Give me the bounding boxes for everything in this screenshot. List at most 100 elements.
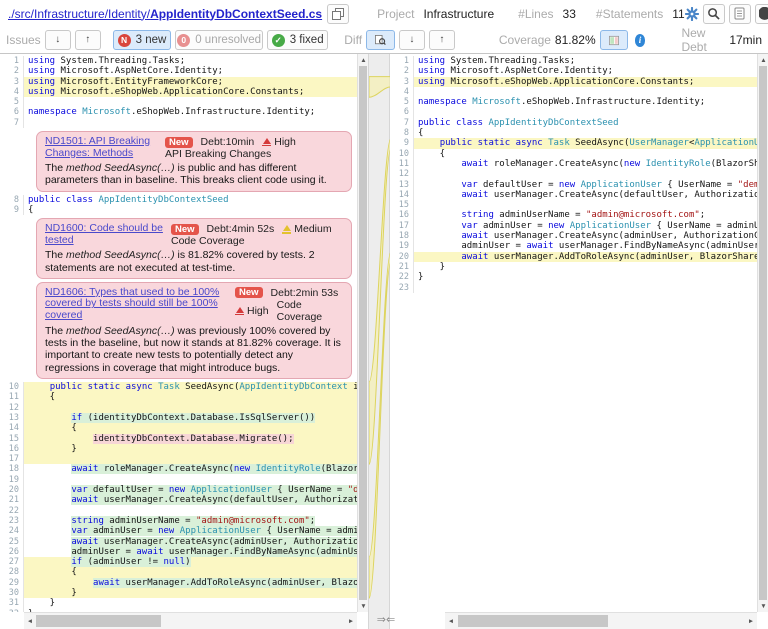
code-line[interactable]: 2using Microsoft.AspNetCore.Identity; <box>390 66 757 76</box>
code-line[interactable]: 17 var adminUser = new ApplicationUser {… <box>390 221 757 231</box>
copy-path-button[interactable] <box>327 4 349 24</box>
code-line[interactable]: 3using Microsoft.EntityFrameworkCore; <box>0 77 357 87</box>
code-line[interactable]: 12 <box>0 403 357 413</box>
code-line[interactable]: 12 <box>390 169 757 179</box>
filter-new-issues-button[interactable]: N 3 new <box>113 30 172 50</box>
code-line[interactable]: 14 await userManager.CreateAsync(default… <box>390 190 757 200</box>
code-line[interactable]: 6namespace Microsoft.eShopWeb.Infrastruc… <box>0 107 357 117</box>
code-line[interactable]: 13 if (identityDbContext.Database.IsSqlS… <box>0 413 357 423</box>
code-line[interactable]: 23 <box>390 283 757 293</box>
code-line[interactable]: 10 { <box>390 149 757 159</box>
code-line[interactable]: 4 <box>390 87 757 97</box>
issue-prev-button[interactable]: ↓ <box>45 30 71 50</box>
code-line[interactable]: 18 await roleManager.CreateAsync(new Ide… <box>0 464 357 474</box>
code-line[interactable]: 28 { <box>0 567 357 577</box>
code-line[interactable]: 10 public static async Task SeedAsync(Ap… <box>0 382 357 392</box>
code-line[interactable]: 20 var defaultUser = new ApplicationUser… <box>0 485 357 495</box>
filter-fixed-issues-button[interactable]: ✓ 3 fixed <box>267 30 328 50</box>
scrollbar-thumb[interactable] <box>36 615 161 627</box>
code-line[interactable]: 11 await roleManager.CreateAsync(new Ide… <box>390 159 757 169</box>
code-line[interactable]: 23 string adminUserName = "admin@microso… <box>0 516 357 526</box>
code-token: identityDbContext, <box>348 382 357 392</box>
code-line[interactable]: 9{ <box>0 205 357 215</box>
code-text: await userManager.CreateAsync(defaultUse… <box>414 190 757 200</box>
code-token: { UserName = adminUserName, <box>261 526 357 536</box>
filter-unresolved-issues-button[interactable]: 0 0 unresolved <box>175 30 263 50</box>
issue-rule-link[interactable]: ND1600: Code should be tested <box>45 223 163 246</box>
search-button[interactable] <box>703 4 725 24</box>
code-line[interactable]: 11 { <box>0 392 357 402</box>
code-token: { <box>28 567 77 577</box>
scrollbar-thumb[interactable] <box>458 615 608 627</box>
code-line[interactable]: 19 adminUser = await userManager.FindByN… <box>390 241 757 251</box>
code-line[interactable]: 24 var adminUser = new ApplicationUser {… <box>0 526 357 536</box>
code-text: using Microsoft.eShopWeb.ApplicationCore… <box>24 87 357 97</box>
scrollbar-thumb[interactable] <box>759 66 767 600</box>
theme-toggle-button[interactable] <box>755 4 768 24</box>
code-line[interactable]: 8{ <box>390 128 757 138</box>
code-line[interactable]: 2using Microsoft.AspNetCore.Identity; <box>0 66 357 76</box>
scroll-right-arrow[interactable]: ► <box>345 613 357 629</box>
left-horizontal-scrollbar[interactable]: ◄ ► <box>24 612 357 629</box>
code-line[interactable]: 31 } <box>0 598 357 608</box>
issue-description-segment: The <box>45 249 66 261</box>
code-line[interactable]: 21 } <box>390 262 757 272</box>
diff-next-button[interactable]: ↑ <box>429 30 455 50</box>
code-token: "admin@microsoft.com" <box>196 516 310 526</box>
code-line[interactable]: 9 public static async Task SeedAsync(Use… <box>390 138 757 148</box>
code-line[interactable]: 7public class AppIdentityDbContextSeed <box>390 118 757 128</box>
issue-category: Code Coverage <box>277 299 343 323</box>
merge-left-icon[interactable]: ⇐ <box>386 614 395 626</box>
coverage-info-icon[interactable]: i <box>635 34 646 47</box>
code-line[interactable]: 6 <box>390 107 757 117</box>
file-path-link[interactable]: ./src/Infrastructure/Identity/AppIdentit… <box>8 7 322 21</box>
code-line[interactable]: 19 <box>0 475 357 485</box>
code-line[interactable]: 16 string adminUserName = "admin@microso… <box>390 210 757 220</box>
right-vertical-scrollbar[interactable]: ▲ ▼ <box>757 54 768 612</box>
code-line[interactable]: 1using System.Threading.Tasks; <box>0 56 357 66</box>
scroll-left-arrow[interactable]: ◄ <box>24 613 36 629</box>
code-line[interactable]: 1using System.Threading.Tasks; <box>390 56 757 66</box>
merge-right-icon[interactable]: ⇒ <box>377 614 386 626</box>
code-line[interactable]: 5 <box>0 97 357 107</box>
coverage-toggle-button[interactable] <box>600 30 628 50</box>
code-line[interactable]: 15 identityDbContext.Database.Migrate(); <box>0 434 357 444</box>
code-line[interactable]: 27 if (adminUser != null) <box>0 557 357 567</box>
code-token: ; <box>310 516 315 526</box>
code-line[interactable]: 18 await userManager.CreateAsync(adminUs… <box>390 231 757 241</box>
code-line[interactable]: 16 } <box>0 444 357 454</box>
issue-rule-link[interactable]: ND1501: API Breaking Changes: Methods <box>45 136 157 159</box>
code-text: string adminUserName = "admin@microsoft.… <box>24 516 357 526</box>
diff-prev-button[interactable]: ↓ <box>399 30 425 50</box>
code-line[interactable]: 20 await userManager.AddToRoleAsync(admi… <box>390 252 757 262</box>
code-line[interactable]: 4using Microsoft.eShopWeb.ApplicationCor… <box>0 87 357 97</box>
scroll-up-arrow[interactable]: ▲ <box>758 54 768 66</box>
issue-rule-link[interactable]: ND1606: Types that used to be 100% cover… <box>45 287 227 322</box>
code-token: using <box>418 66 445 76</box>
code-line[interactable]: 7 <box>0 118 357 128</box>
code-line[interactable]: 22 <box>0 506 357 516</box>
scroll-down-arrow[interactable]: ▼ <box>758 600 768 612</box>
scroll-right-arrow[interactable]: ► <box>745 613 757 629</box>
right-horizontal-scrollbar[interactable]: ◄ ► <box>445 612 757 629</box>
left-vertical-scrollbar[interactable]: ▲ ▼ <box>357 54 368 612</box>
scroll-left-arrow[interactable]: ◄ <box>445 613 457 629</box>
code-line[interactable]: 15 <box>390 200 757 210</box>
document-button[interactable] <box>729 4 751 24</box>
code-line[interactable]: 30 } <box>0 588 357 598</box>
diff-preview-button[interactable] <box>366 30 395 50</box>
code-line[interactable]: 13 var defaultUser = new ApplicationUser… <box>390 180 757 190</box>
code-line[interactable]: 14 { <box>0 423 357 433</box>
code-line[interactable]: 25 await userManager.CreateAsync(adminUs… <box>0 537 357 547</box>
code-line[interactable]: 29 await userManager.AddToRoleAsync(admi… <box>0 578 357 588</box>
code-line[interactable]: 17 <box>0 454 357 464</box>
issue-next-button[interactable]: ↑ <box>75 30 101 50</box>
code-line[interactable]: 3using Microsoft.eShopWeb.ApplicationCor… <box>390 77 757 87</box>
code-line[interactable]: 5namespace Microsoft.eShopWeb.Infrastruc… <box>390 97 757 107</box>
settings-gear-icon[interactable] <box>685 7 699 21</box>
code-line[interactable]: 21 await userManager.CreateAsync(default… <box>0 495 357 505</box>
code-line[interactable]: 22} <box>390 272 757 282</box>
code-line[interactable]: 26 adminUser = await userManager.FindByN… <box>0 547 357 557</box>
scrollbar-thumb[interactable] <box>359 66 367 600</box>
code-line[interactable]: 8public class AppIdentityDbContextSeed <box>0 195 357 205</box>
